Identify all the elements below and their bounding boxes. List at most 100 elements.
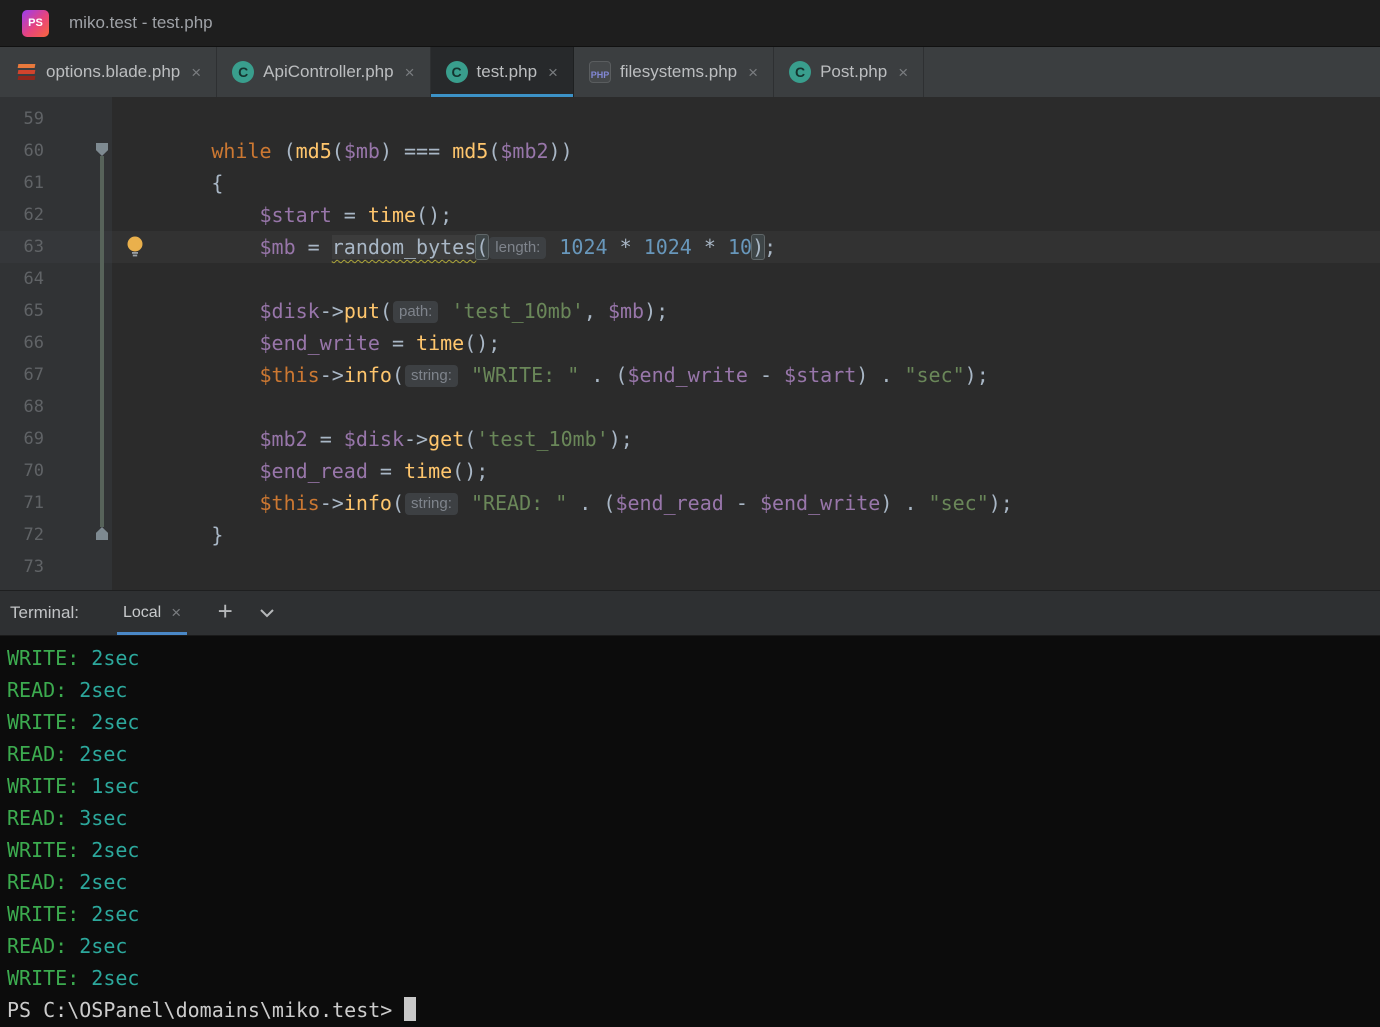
gutter[interactable]: 63 (0, 231, 112, 263)
code-text[interactable]: } (112, 519, 1380, 551)
code-line-59[interactable]: 59 (0, 103, 1380, 135)
gutter[interactable]: 64 (0, 263, 112, 295)
gutter[interactable]: 69 (0, 423, 112, 455)
code-lines: 5960 while (md5($mb) === md5($mb2))61 {6… (0, 97, 1380, 583)
chevron-down-icon[interactable] (253, 599, 281, 627)
line-number[interactable]: 68 (0, 391, 44, 423)
tab-filesystems-php[interactable]: PHPfilesystems.php× (574, 47, 774, 97)
tab-close-icon[interactable]: × (191, 64, 201, 81)
gutter[interactable]: 66 (0, 327, 112, 359)
code-line-69[interactable]: 69 $mb2 = $disk->get('test_10mb'); (0, 423, 1380, 455)
class-file-icon: C (232, 61, 254, 83)
terminal-label: Terminal: (10, 603, 79, 623)
line-number[interactable]: 63 (0, 231, 44, 263)
title-bar: PS miko.test - test.php (0, 0, 1380, 47)
code-line-61[interactable]: 61 { (0, 167, 1380, 199)
phpstorm-logo-text: PS (28, 17, 43, 29)
gutter[interactable]: 73 (0, 551, 112, 583)
class-file-icon: C (789, 61, 811, 83)
code-line-66[interactable]: 66 $end_write = time(); (0, 327, 1380, 359)
line-number[interactable]: 66 (0, 327, 44, 359)
tab-label: Post.php (820, 62, 887, 82)
class-file-icon: C (446, 61, 468, 83)
line-number[interactable]: 67 (0, 359, 44, 391)
code-text[interactable]: $this->info(string: "WRITE: " . ($end_wr… (112, 359, 1380, 391)
tab-close-icon[interactable]: × (405, 64, 415, 81)
code-text[interactable] (112, 103, 1380, 135)
code-line-60[interactable]: 60 while (md5($mb) === md5($mb2)) (0, 135, 1380, 167)
terminal-line: READ: 2sec (7, 930, 1380, 962)
terminal-cursor (404, 997, 416, 1021)
line-number[interactable]: 60 (0, 135, 44, 167)
new-terminal-session-icon[interactable]: + (211, 599, 239, 627)
code-text[interactable]: { (112, 167, 1380, 199)
tab-post-php[interactable]: C Post.php × (774, 47, 924, 97)
tab-test-php[interactable]: Ctest.php × (431, 47, 574, 97)
tab-label: test.php (477, 62, 538, 82)
parameter-hint: path: (393, 301, 438, 323)
line-number[interactable]: 64 (0, 263, 44, 295)
close-icon[interactable]: × (171, 603, 181, 623)
line-number[interactable]: 62 (0, 199, 44, 231)
intention-bulb-icon[interactable] (125, 235, 145, 257)
tab-close-icon[interactable]: × (898, 64, 908, 81)
code-text[interactable]: $end_read = time(); (112, 455, 1380, 487)
line-number[interactable]: 72 (0, 519, 44, 551)
terminal-line: READ: 2sec (7, 866, 1380, 898)
gutter[interactable]: 61 (0, 167, 112, 199)
tab-close-icon[interactable]: × (548, 64, 558, 81)
line-number[interactable]: 69 (0, 423, 44, 455)
code-line-63[interactable]: 63 $mb = random_bytes(length: 1024 * 102… (0, 231, 1380, 263)
code-line-65[interactable]: 65 $disk->put(path: 'test_10mb', $mb); (0, 295, 1380, 327)
window-title: miko.test - test.php (69, 13, 213, 33)
code-line-70[interactable]: 70 $end_read = time(); (0, 455, 1380, 487)
code-line-68[interactable]: 68 (0, 391, 1380, 423)
tab-apicontroller-php[interactable]: C ApiController.php × (217, 47, 430, 97)
line-number[interactable]: 73 (0, 551, 44, 583)
line-number[interactable]: 65 (0, 295, 44, 327)
fold-region-bar (100, 156, 104, 527)
code-text[interactable] (112, 551, 1380, 583)
code-line-73[interactable]: 73 (0, 551, 1380, 583)
tab-label: ApiController.php (263, 62, 393, 82)
terminal-line: WRITE: 2sec (7, 706, 1380, 738)
gutter[interactable]: 68 (0, 391, 112, 423)
line-number[interactable]: 61 (0, 167, 44, 199)
tab-close-icon[interactable]: × (748, 64, 758, 81)
line-number[interactable]: 70 (0, 455, 44, 487)
code-text[interactable]: $mb2 = $disk->get('test_10mb'); (112, 423, 1380, 455)
code-line-67[interactable]: 67 $this->info(string: "WRITE: " . ($end… (0, 359, 1380, 391)
code-text[interactable]: $start = time(); (112, 199, 1380, 231)
code-text[interactable]: $mb = random_bytes(length: 1024 * 1024 *… (112, 231, 1380, 263)
terminal-line: READ: 3sec (7, 802, 1380, 834)
gutter[interactable]: 67 (0, 359, 112, 391)
terminal-panel[interactable]: WRITE: 2secREAD: 2secWRITE: 2secREAD: 2s… (0, 636, 1380, 1027)
gutter[interactable]: 71 (0, 487, 112, 519)
blade-file-icon (15, 61, 37, 83)
code-line-71[interactable]: 71 $this->info(string: "READ: " . ($end_… (0, 487, 1380, 519)
gutter[interactable]: 59 (0, 103, 112, 135)
code-text[interactable] (112, 391, 1380, 423)
terminal-line: READ: 2sec (7, 738, 1380, 770)
terminal-tab-local[interactable]: Local × (117, 591, 187, 635)
gutter[interactable]: 70 (0, 455, 112, 487)
code-text[interactable]: while (md5($mb) === md5($mb2)) (112, 135, 1380, 167)
terminal-prompt-line[interactable]: PS C:\OSPanel\domains\miko.test> (7, 994, 1380, 1026)
gutter[interactable]: 60 (0, 135, 112, 167)
line-number[interactable]: 71 (0, 487, 44, 519)
code-text[interactable]: $end_write = time(); (112, 327, 1380, 359)
code-editor[interactable]: 5960 while (md5($mb) === md5($mb2))61 {6… (0, 97, 1380, 590)
parameter-hint: string: (405, 493, 458, 515)
code-line-62[interactable]: 62 $start = time(); (0, 199, 1380, 231)
line-number[interactable]: 59 (0, 103, 44, 135)
code-text[interactable]: $this->info(string: "READ: " . ($end_rea… (112, 487, 1380, 519)
code-text[interactable] (112, 263, 1380, 295)
php-file-icon: PHP (589, 61, 611, 83)
tab-options-blade-php[interactable]: options.blade.php× (0, 47, 217, 97)
gutter[interactable]: 62 (0, 199, 112, 231)
code-line-64[interactable]: 64 (0, 263, 1380, 295)
gutter[interactable]: 72 (0, 519, 112, 551)
gutter[interactable]: 65 (0, 295, 112, 327)
code-text[interactable]: $disk->put(path: 'test_10mb', $mb); (112, 295, 1380, 327)
code-line-72[interactable]: 72 } (0, 519, 1380, 551)
